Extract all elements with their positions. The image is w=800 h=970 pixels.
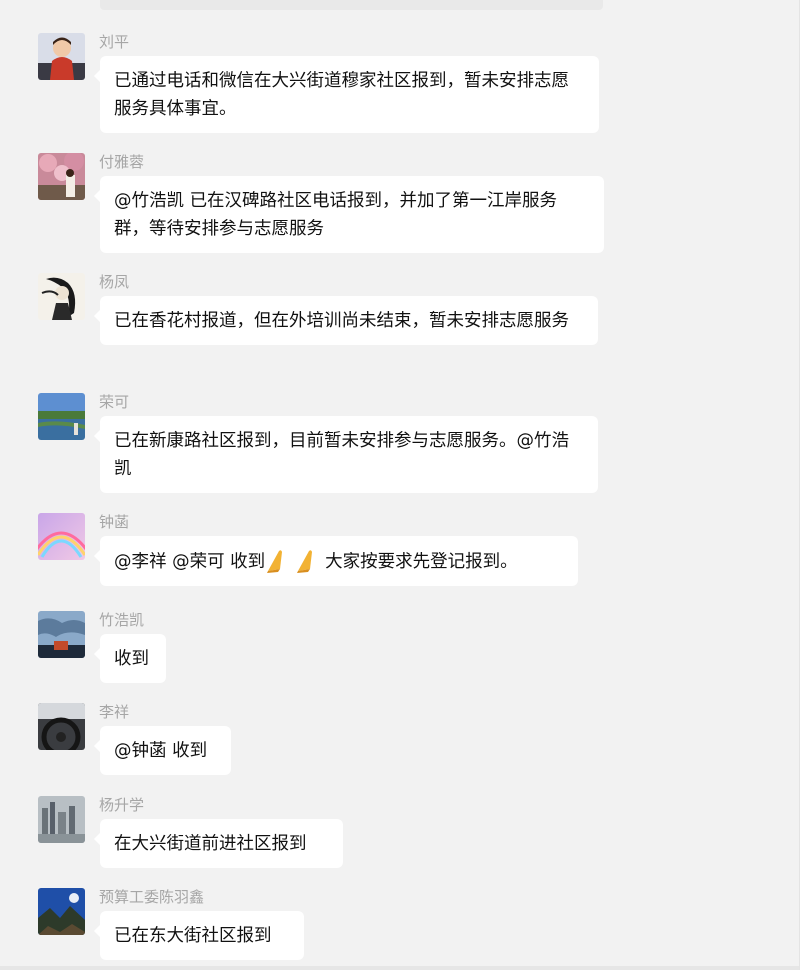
message-text: 大家按要求先登记报到。 (325, 552, 518, 572)
avatar-sky-photo (38, 611, 85, 658)
message-bubble[interactable]: 已在东大街社区报到 (94, 911, 304, 960)
avatar[interactable] (38, 703, 85, 750)
sender-name: 刘平 (99, 33, 130, 51)
sender-name: 钟菡 (99, 513, 130, 531)
avatar-steering-wheel-photo (38, 703, 85, 750)
avatar[interactable] (38, 393, 85, 440)
avatar-child-photo (38, 33, 85, 80)
avatar[interactable] (38, 888, 85, 935)
sender-name: 杨凤 (99, 273, 130, 291)
message-text: @李祥 @荣可 收到 (114, 552, 266, 572)
avatar[interactable] (38, 611, 85, 658)
avatar-rainbow-photo (38, 513, 85, 560)
avatar[interactable] (38, 273, 85, 320)
previous-message-bubble (100, 0, 603, 10)
sender-name: 竹浩凯 (99, 611, 145, 629)
sender-name: 付雅蓉 (99, 153, 145, 171)
avatar-lake-photo (38, 393, 85, 440)
avatar[interactable] (38, 796, 85, 843)
sender-name: 杨升学 (99, 796, 145, 814)
message-bubble[interactable]: @竹浩凯 已在汉碑路社区电话报到，并加了第一江岸服务群，等待安排参与志愿服务 (94, 176, 604, 253)
avatar-ink-drawing (38, 273, 85, 320)
avatar-mountain-photo (38, 888, 85, 935)
message-bubble[interactable]: 已通过电话和微信在大兴街道穆家社区报到，暂未安排志愿服务具体事宜。 (94, 56, 599, 133)
sender-name: 预算工委陈羽鑫 (99, 888, 205, 906)
avatar[interactable] (38, 513, 85, 560)
message-bubble[interactable]: 在大兴街道前进社区报到 (94, 819, 343, 868)
avatar-city-photo (38, 796, 85, 843)
message-bubble[interactable]: @钟菡 收到 (94, 726, 231, 775)
message-bubble[interactable]: 已在香花村报道，但在外培训尚未结束，暂未安排志愿服务 (94, 296, 598, 345)
pray-hands-emoji-icon (297, 550, 313, 573)
message-bubble[interactable]: @李祥 @荣可 收到 大家按要求先登记报到。 (94, 536, 578, 586)
message-bubble[interactable]: 收到 (94, 634, 166, 683)
sender-name: 荣可 (99, 393, 130, 411)
pray-hands-emoji-icon (267, 550, 283, 573)
avatar[interactable] (38, 153, 85, 200)
avatar-blossom-photo (38, 153, 85, 200)
divider (0, 966, 800, 970)
avatar[interactable] (38, 33, 85, 80)
sender-name: 李祥 (99, 703, 130, 721)
message-bubble[interactable]: 已在新康路社区报到，目前暂未安排参与志愿服务。@竹浩凯 (94, 416, 598, 493)
chat-message-list[interactable]: 刘平 已通过电话和微信在大兴街道穆家社区报到，暂未安排志愿服务具体事宜。 付雅蓉… (0, 0, 800, 970)
